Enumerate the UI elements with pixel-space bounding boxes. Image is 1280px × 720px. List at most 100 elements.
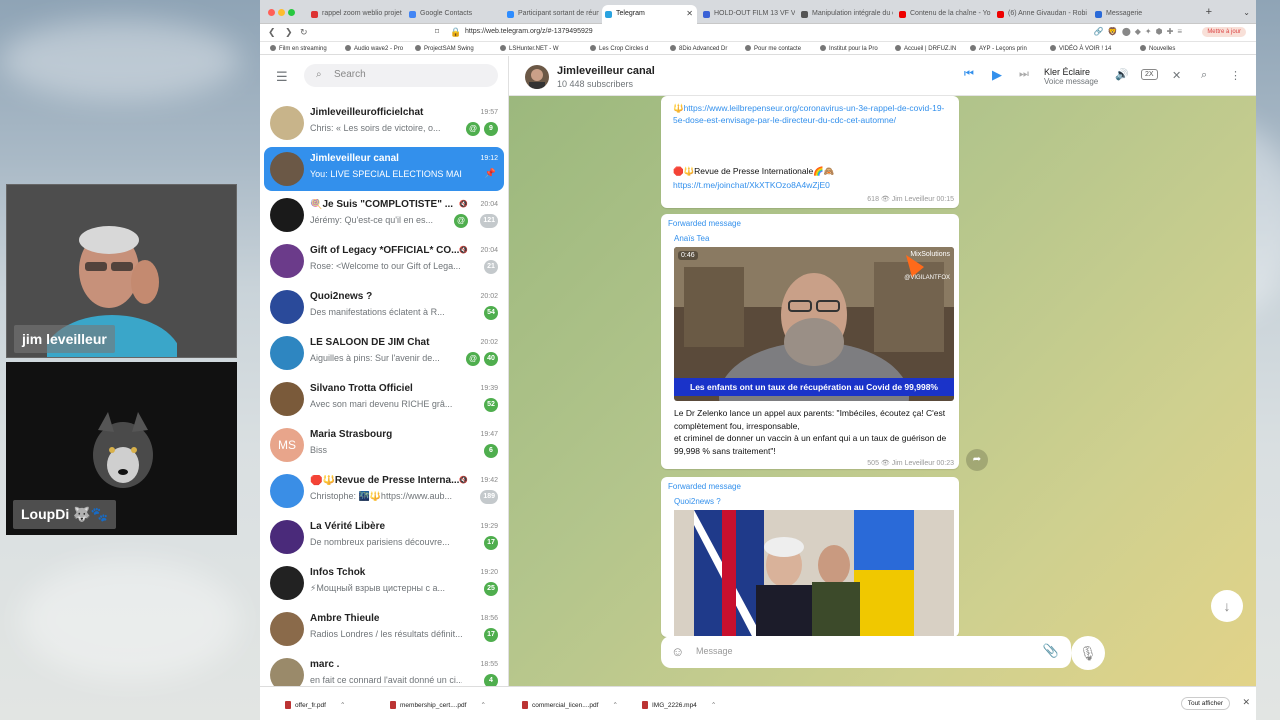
bookmark-item[interactable]: ProjectSAM Swing — [415, 45, 474, 52]
message-bubble[interactable]: Forwarded message Anaïs Tea 0:46 MixSolu… — [661, 214, 959, 469]
bookmark-item[interactable]: Accueil | DRFUZ.IN — [895, 45, 956, 52]
bookmark-item[interactable]: Audio wave2 - Pro — [345, 45, 403, 52]
close-tab-icon[interactable]: ✕ — [686, 9, 693, 18]
chat-list-item[interactable]: Gift of Legacy *OFFICIAL* CO... 20:04 🔇 Ros… — [264, 239, 504, 283]
chat-header[interactable]: Jimleveilleur canal 10 448 subscribers ⏮… — [509, 56, 1256, 96]
chat-time: 20:04 — [480, 247, 498, 254]
video-thumbnail[interactable]: 0:46 MixSolutions @VIGILANTFOX Les enfan… — [674, 247, 954, 401]
download-options-chevron-icon[interactable]: ⌃ — [480, 702, 485, 709]
close-downloads-icon[interactable]: ✕ — [1242, 697, 1250, 708]
message-link[interactable]: https://t.me/joinchat/XkXTKOzo8A4wZjE0 — [673, 179, 830, 191]
microphone-icon[interactable]: 🎙 — [1071, 636, 1105, 670]
new-tab-button[interactable]: + — [1206, 6, 1212, 18]
chat-list-item[interactable]: Infos Tchok 19:20 ⚡Мощный взрыв цистерны с… — [264, 561, 504, 605]
unread-badge: 17 — [484, 536, 498, 550]
message-composer[interactable]: ☺ Message 📎 — [661, 636, 1071, 668]
bookmark-item[interactable]: AYP - Leçons prin — [970, 45, 1027, 52]
reload-icon[interactable]: ↻ — [300, 27, 308, 38]
attach-icon[interactable]: 📎 — [1043, 643, 1059, 659]
chat-time: 18:55 — [480, 661, 498, 668]
chat-list-item[interactable]: 🍭Je Suis "COMPLOTISTE" ... 20:04 🔇 Jérémy: … — [264, 193, 504, 237]
unread-badge: 17 — [484, 628, 498, 642]
chat-time: 19:29 — [480, 523, 498, 530]
chat-list-item[interactable]: Jimleveilleur canal 19:12 You: LIVE SPECIA… — [264, 147, 504, 191]
next-track-icon[interactable]: ⏭ — [1019, 68, 1029, 81]
chat-list-item[interactable]: 🛑🔱Revue de Presse Interna... 19:42 🔇 Christ… — [264, 469, 504, 513]
tab-label: Manipulation intégrale du co — [812, 10, 893, 17]
forwarded-from[interactable]: Anaïs Tea — [674, 234, 709, 243]
download-options-chevron-icon[interactable]: ⌃ — [711, 702, 716, 709]
playback-speed-button[interactable]: 2X — [1141, 69, 1158, 80]
scroll-down-icon[interactable]: ↓ — [1211, 590, 1243, 622]
chat-list-item[interactable]: Jimleveilleurofficielchat 19:57 Chris: « L… — [264, 101, 504, 145]
chat-list-item[interactable]: marc . 18:55 en fait ce connard l'avait do… — [264, 653, 504, 686]
browser-tab[interactable]: Messagerie — [1092, 5, 1187, 24]
browser-tab[interactable]: (6) Anne Givaudan - Robi — [994, 5, 1089, 24]
bookmark-icon[interactable]: ⌑ — [435, 27, 439, 36]
close-player-icon[interactable]: ✕ — [1172, 69, 1181, 82]
share-arrow-icon[interactable]: ➦ — [966, 449, 988, 471]
more-options-icon[interactable]: ⋮ — [1230, 69, 1241, 82]
browser-tab[interactable]: Participant sortant de réun — [504, 5, 599, 24]
bookmark-item[interactable]: 8Dio Advanced Dr — [670, 45, 727, 52]
participant-tile-loupdi[interactable]: LoupDi 🐺🐾 — [6, 362, 237, 535]
wolf-avatar — [88, 410, 158, 490]
download-item[interactable]: commercial_licen....pdf ⌃ — [522, 701, 618, 709]
message-bubble[interactable]: 🔱https://www.leilbrepenseur.org/coronavi… — [661, 96, 959, 208]
minimize-window-button[interactable] — [278, 9, 285, 16]
download-options-chevron-icon[interactable]: ⌃ — [340, 702, 345, 709]
message-bubble[interactable]: Forwarded message Quoi2news ? — [661, 477, 959, 637]
tab-list-chevron-icon[interactable]: ⌄ — [1243, 8, 1250, 17]
message-input[interactable]: Message — [696, 646, 733, 656]
bookmark-item[interactable]: Nouvelles — [1140, 45, 1175, 52]
extension-icons[interactable]: 🔗🦁⬤◆✦⬢✚≡ — [1094, 27, 1186, 36]
participant-tile-jim[interactable]: jim leveilleur — [6, 184, 237, 358]
chat-list-item[interactable]: LE SALOON DE JIM Chat 20:02 Aiguilles à pi… — [264, 331, 504, 375]
previous-track-icon[interactable]: ⏮ — [964, 68, 974, 81]
chat-list-item[interactable]: Silvano Trotta Officiel 19:39 Avec son mar… — [264, 377, 504, 421]
search-icon[interactable]: ⌕ — [1201, 69, 1207, 82]
download-options-chevron-icon[interactable]: ⌃ — [612, 702, 617, 709]
bookmark-item[interactable]: Film en streaming — [270, 45, 327, 52]
chat-preview: ⚡Мощный взрыв цистерны с а... — [310, 583, 446, 593]
download-item[interactable]: membership_cert....pdf ⌃ — [390, 701, 486, 709]
url-input[interactable]: https://web.telegram.org/z/#-1379495929 — [465, 28, 593, 35]
hamburger-menu-icon[interactable]: ☰ — [276, 69, 288, 85]
bookmark-item[interactable]: Les Crop Circles d — [590, 45, 648, 52]
chat-preview: Des manifestations éclatent à R... — [310, 307, 445, 317]
bookmark-item[interactable]: VIDÉO À VOIR ! 14 — [1050, 45, 1111, 52]
emoji-icon[interactable]: ☺ — [671, 644, 684, 659]
download-item[interactable]: offer_fr.pdf ⌃ — [285, 701, 345, 709]
play-icon[interactable]: ▶ — [992, 67, 1002, 83]
search-input[interactable]: ⌕ Search — [304, 64, 498, 87]
update-browser-button[interactable]: Mettre à jour — [1202, 27, 1246, 37]
chat-list-item[interactable]: La Vérité Libère 19:29 De nombreux parisie… — [264, 515, 504, 559]
channel-avatar[interactable] — [525, 65, 549, 89]
show-all-downloads-button[interactable]: Tout afficher — [1180, 697, 1230, 710]
browser-tab[interactable]: HOLD-OUT FILM 13 VF V2 — [700, 5, 795, 24]
zoom-window-button[interactable] — [288, 9, 295, 16]
photo-thumbnail[interactable] — [674, 510, 954, 637]
bookmark-item[interactable]: Institut pour la Pro — [820, 45, 878, 52]
volume-icon[interactable]: 🔊 — [1115, 68, 1129, 81]
close-window-button[interactable] — [268, 9, 275, 16]
chat-list-item[interactable]: Quoi2news ? 20:02 Des manifestations éclat… — [264, 285, 504, 329]
bookmark-item[interactable]: Pour me contacte — [745, 45, 801, 52]
forward-arrow-icon[interactable]: ❯ — [285, 27, 293, 38]
chat-time: 19:12 — [480, 155, 498, 162]
browser-tab[interactable]: Telegram ✕ — [602, 5, 697, 24]
message-link[interactable]: 🔱https://www.leilbrepenseur.org/coronavi… — [673, 102, 948, 126]
bookmark-item[interactable]: LSHunter.NET - W — [500, 45, 559, 52]
browser-tab[interactable]: rappel zoom weblio projet — [308, 5, 403, 24]
browser-tab[interactable]: Contenu de la chaîne - You — [896, 5, 991, 24]
chat-name: Silvano Trotta Officiel — [310, 383, 413, 394]
unread-badge: 40 — [484, 352, 498, 366]
chat-list-item[interactable]: MS Maria Strasbourg 19:47 Biss 6 — [264, 423, 504, 467]
forwarded-from[interactable]: Quoi2news ? — [674, 497, 721, 506]
chat-time: 19:20 — [480, 569, 498, 576]
download-item[interactable]: IMG_2226.mp4 ⌃ — [642, 701, 716, 709]
back-arrow-icon[interactable]: ❮ — [268, 27, 276, 38]
browser-tab[interactable]: Manipulation intégrale du co — [798, 5, 893, 24]
browser-tab[interactable]: Google Contacts — [406, 5, 501, 24]
chat-list-item[interactable]: Ambre Thieule 18:56 Radios Londres / les r… — [264, 607, 504, 651]
